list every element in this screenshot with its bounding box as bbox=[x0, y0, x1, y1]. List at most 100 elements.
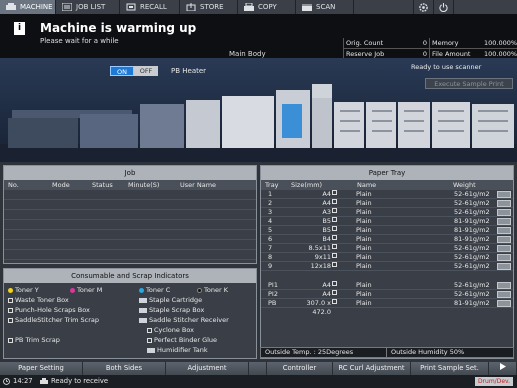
tab-recall-label: RECALL bbox=[140, 3, 167, 11]
toner-y-label: Toner Y bbox=[15, 286, 39, 294]
job-panel: Job No. Mode Status Minute(S) User Name bbox=[3, 165, 257, 264]
pb-heater-toggle[interactable]: ON OFF bbox=[110, 66, 158, 76]
play-icon bbox=[499, 363, 506, 370]
tray-paper-name: Plain bbox=[356, 290, 372, 298]
top-tab-bar: MACHINE JOB LIST RECALL STORE COPY SCAN bbox=[0, 0, 517, 14]
tab-machine-label: MACHINE bbox=[20, 3, 53, 11]
scanner-status: Ready to use scanner bbox=[411, 63, 482, 71]
next-page-button[interactable] bbox=[489, 362, 517, 375]
drum-dev-badge[interactable]: Drum/Dev. bbox=[474, 377, 513, 386]
tray-row[interactable]: 8 9x11 Plain 52-61g/m2 bbox=[261, 253, 513, 262]
tray-weight: 52-61g/m2 bbox=[454, 199, 490, 207]
paper-tray-panel: Paper Tray Tray Size(mm) Name Weight 1 A4… bbox=[260, 165, 514, 359]
controller-button[interactable]: Controller bbox=[267, 362, 333, 375]
paper-tray-header: Tray Size(mm) Name Weight bbox=[261, 180, 513, 190]
paper-orientation-icon bbox=[332, 262, 337, 267]
toner-k-icon bbox=[197, 287, 202, 293]
paper-setting-button[interactable]: Paper Setting bbox=[0, 362, 83, 375]
orig-count-value: 0 bbox=[392, 38, 430, 48]
pb-trim-indicator: PB Trim Scrap bbox=[8, 336, 60, 344]
staple-cartridge-icon bbox=[139, 297, 147, 303]
toner-k-label: Toner K bbox=[204, 286, 228, 294]
tray-row[interactable]: PI1 A4 Plain 52-61g/m2 bbox=[261, 281, 513, 290]
tab-power[interactable] bbox=[434, 0, 454, 14]
machine-icon bbox=[6, 3, 16, 10]
pb-heater-off-button[interactable]: OFF bbox=[134, 66, 158, 76]
paper-orientation-icon bbox=[332, 235, 337, 240]
pb-heater-on-button[interactable]: ON bbox=[110, 66, 134, 76]
paper-level-icon bbox=[497, 227, 511, 234]
tab-settings[interactable] bbox=[414, 0, 434, 14]
tray-row[interactable]: 3 A3 Plain 52-61g/m2 bbox=[261, 208, 513, 217]
paper-level-icon bbox=[497, 200, 511, 207]
toner-m-label: Toner M bbox=[77, 286, 103, 294]
humidifier-icon bbox=[147, 347, 155, 353]
tab-recall[interactable]: RECALL bbox=[120, 0, 180, 14]
pb-trim-icon bbox=[8, 337, 13, 343]
paper-orientation-icon bbox=[332, 217, 337, 222]
tray-row[interactable]: 5 B5 Plain 81-91g/m2 bbox=[261, 226, 513, 235]
tray-size: A4 bbox=[289, 190, 337, 199]
paper-orientation-icon bbox=[332, 299, 337, 304]
tray-row[interactable]: 1 A4 Plain 52-61g/m2 bbox=[261, 190, 513, 199]
tab-scan[interactable]: SCAN bbox=[296, 0, 354, 14]
paper-level-icon bbox=[497, 236, 511, 243]
paper-orientation-icon bbox=[332, 244, 337, 249]
blank-button[interactable] bbox=[249, 362, 267, 375]
paper-orientation-icon bbox=[332, 281, 337, 286]
tab-store-label: STORE bbox=[200, 3, 224, 11]
paper-orientation-icon bbox=[332, 199, 337, 204]
clock: 14:27 bbox=[3, 375, 33, 388]
tray-size: A3 bbox=[289, 208, 337, 217]
tray-paper-name: Plain bbox=[356, 281, 372, 289]
bottom-button-bar: Paper Setting Both Sides Adjustment Cont… bbox=[0, 362, 517, 375]
job-col-status: Status bbox=[92, 181, 113, 189]
job-col-mode: Mode bbox=[52, 181, 70, 189]
tray-row[interactable]: 7 8.5x11 Plain 52-61g/m2 bbox=[261, 244, 513, 253]
tray-weight: 81-91g/m2 bbox=[454, 299, 490, 307]
waste-toner-label: Waste Toner Box bbox=[15, 296, 69, 304]
tray-col-size: Size(mm) bbox=[291, 181, 323, 189]
status-bar: 14:27 Ready to receive Drum/Dev. bbox=[0, 375, 517, 388]
punch-hole-indicator: Punch-Hole Scraps Box bbox=[8, 306, 90, 314]
paper-orientation-icon bbox=[332, 290, 337, 295]
execute-sample-print-button[interactable]: Execute Sample Print bbox=[425, 78, 513, 89]
tab-job-list[interactable]: JOB LIST bbox=[56, 0, 120, 14]
memory-value: 100.000% bbox=[484, 39, 517, 47]
memory-label: Memory bbox=[432, 39, 459, 47]
outside-temp: Outside Temp. : 25Degrees bbox=[261, 348, 387, 357]
tray-row[interactable]: 2 A4 Plain 52-61g/m2 bbox=[261, 199, 513, 208]
tray-paper-name: Plain bbox=[356, 253, 372, 261]
toner-c-indicator: Toner C bbox=[139, 286, 170, 294]
tray-row[interactable]: PI2 A4 Plain 52-61g/m2 bbox=[261, 290, 513, 299]
adjustment-button[interactable]: Adjustment bbox=[166, 362, 249, 375]
punch-hole-label: Punch-Hole Scraps Box bbox=[15, 306, 90, 314]
tray-number: 7 bbox=[268, 244, 273, 252]
paper-level-icon bbox=[497, 263, 511, 270]
paper-level-icon bbox=[497, 300, 511, 307]
tab-machine[interactable]: MACHINE bbox=[0, 0, 56, 14]
tray-number: 8 bbox=[268, 253, 273, 261]
job-list-body[interactable] bbox=[4, 190, 256, 263]
print-sample-set-button[interactable]: Print Sample Set. bbox=[411, 362, 489, 375]
tab-blank[interactable] bbox=[354, 0, 414, 14]
both-sides-button[interactable]: Both Sides bbox=[83, 362, 166, 375]
tab-copy[interactable]: COPY bbox=[238, 0, 296, 14]
tray-paper-name: Plain bbox=[356, 208, 372, 216]
toner-y-icon bbox=[8, 287, 13, 293]
paper-orientation-icon bbox=[332, 253, 337, 258]
tray-row[interactable]: 4 B5 Plain 81-91g/m2 bbox=[261, 217, 513, 226]
tray-row[interactable]: 9 12x18 Plain 52-61g/m2 bbox=[261, 262, 513, 271]
tray-number: 9 bbox=[268, 262, 273, 270]
tray-size: A4 bbox=[289, 199, 337, 208]
job-table-header: No. Mode Status Minute(S) User Name bbox=[4, 180, 256, 190]
paper-orientation-icon bbox=[332, 190, 337, 195]
staple-scrap-indicator: Staple Scrap Box bbox=[139, 306, 204, 314]
tray-col-weight: Weight bbox=[453, 181, 476, 189]
tray-row[interactable]: 6 B4 Plain 81-91g/m2 bbox=[261, 235, 513, 244]
tab-store[interactable]: STORE bbox=[180, 0, 238, 14]
rc-curl-adjustment-button[interactable]: RC Curl Adjustment bbox=[333, 362, 411, 375]
tray-size: A4 bbox=[289, 290, 337, 299]
tray-row[interactable]: PB 307.0 x 472.0 Plain 81-91g/m2 bbox=[261, 299, 513, 316]
power-icon bbox=[439, 2, 448, 12]
